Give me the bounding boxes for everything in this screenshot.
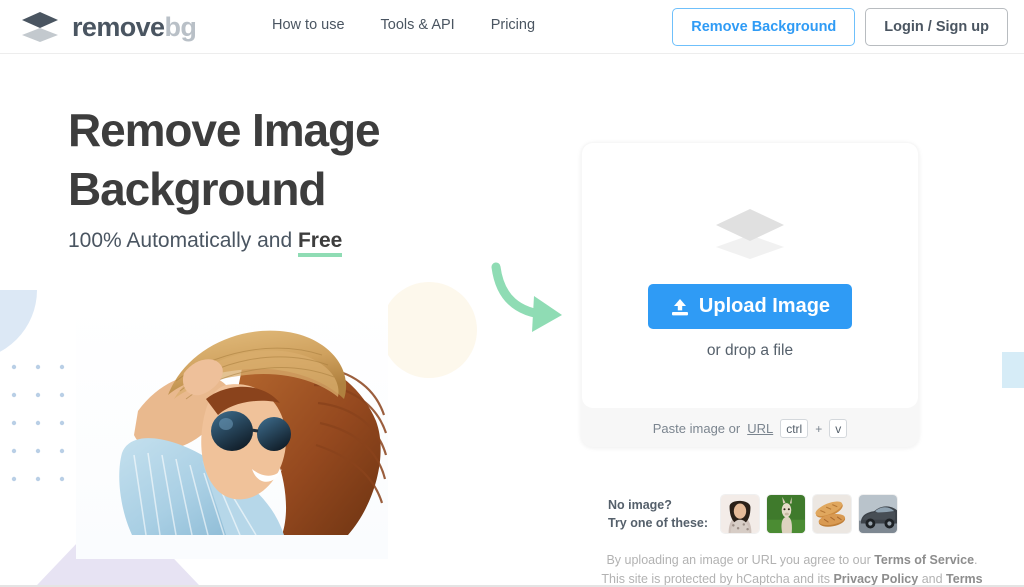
decoration-circle <box>381 282 477 378</box>
paste-hint-row: Paste image or URL ctrl + v <box>581 410 919 447</box>
sample-thumbnails <box>720 494 899 534</box>
logo-text-secondary: bg <box>164 11 197 42</box>
logo-text: removebg <box>72 11 197 42</box>
legal-line-1-prefix: By uploading an image or URL you agree t… <box>606 553 875 567</box>
page-title: Remove Image Background <box>68 101 381 219</box>
sample-woman-portrait[interactable] <box>720 494 761 534</box>
nav-item-how-to-use[interactable]: How to use <box>272 17 345 33</box>
upload-panel: Upload Image or drop a file Paste image … <box>581 142 919 447</box>
login-signup-button[interactable]: Login / Sign up <box>865 8 1008 46</box>
sample-bread[interactable] <box>812 494 853 534</box>
decoration-right-rectangle <box>1002 352 1024 388</box>
paste-hint-prefix: Paste image or <box>652 421 741 436</box>
drop-zone[interactable]: Upload Image or drop a file <box>582 143 918 408</box>
legal-line-2-middle: and <box>918 571 947 586</box>
upload-image-button-label: Upload Image <box>698 295 831 317</box>
main-navigation: How to use Tools & API Pricing <box>272 17 535 33</box>
legal-disclaimer: By uploading an image or URL you agree t… <box>560 551 1024 587</box>
sample-label-line-2: Try one of these: <box>608 516 709 530</box>
legal-line-1: By uploading an image or URL you agree t… <box>560 551 1024 570</box>
key-plus: + <box>815 421 823 436</box>
header-actions: Remove Background Login / Sign up <box>672 8 1008 46</box>
upload-arrow-icon <box>671 298 688 315</box>
sample-images-label: No image? Try one of these: <box>608 496 708 532</box>
key-v: v <box>829 419 848 438</box>
decoration-quarter-circle <box>0 290 37 360</box>
sample-alpaca[interactable] <box>766 494 807 534</box>
remove-background-button[interactable]: Remove Background <box>672 8 856 46</box>
drop-file-hint: or drop a file <box>706 342 794 359</box>
layers-diamond-icon <box>716 209 784 259</box>
hero-photo <box>76 303 388 559</box>
nav-item-pricing[interactable]: Pricing <box>491 17 535 33</box>
curved-arrow-icon <box>491 262 562 332</box>
terms-link[interactable]: Terms <box>946 572 983 586</box>
nav-item-tools-api[interactable]: Tools & API <box>381 17 455 33</box>
page-root: removebg How to use Tools & API Pricing … <box>0 0 1024 587</box>
sample-car[interactable] <box>858 494 899 534</box>
legal-line-2-prefix: This site is protected by hCaptcha and i… <box>601 571 834 586</box>
page-title-line-1: Remove Image <box>68 104 381 156</box>
page-subtitle: 100% Automatically and Free <box>68 229 343 257</box>
sample-label-line-1: No image? <box>608 497 672 512</box>
page-title-line-2: Background <box>68 162 326 215</box>
paste-url-link[interactable]: URL <box>747 421 773 436</box>
logo[interactable]: removebg <box>18 8 197 46</box>
site-header: removebg How to use Tools & API Pricing … <box>0 0 1024 54</box>
layers-diamond-icon <box>22 12 58 42</box>
legal-line-1-suffix: . <box>974 553 978 567</box>
page-subtitle-highlight: Free <box>297 229 343 257</box>
sample-images-section: No image? Try one of these: <box>608 494 899 534</box>
privacy-policy-link[interactable]: Privacy Policy <box>833 572 918 586</box>
terms-of-service-link[interactable]: Terms of Service <box>874 553 974 567</box>
upload-image-button[interactable]: Upload Image <box>647 284 853 329</box>
page-subtitle-prefix: 100% Automatically and <box>68 229 298 252</box>
logo-text-primary: remove <box>72 11 165 42</box>
key-ctrl: ctrl <box>780 419 809 438</box>
